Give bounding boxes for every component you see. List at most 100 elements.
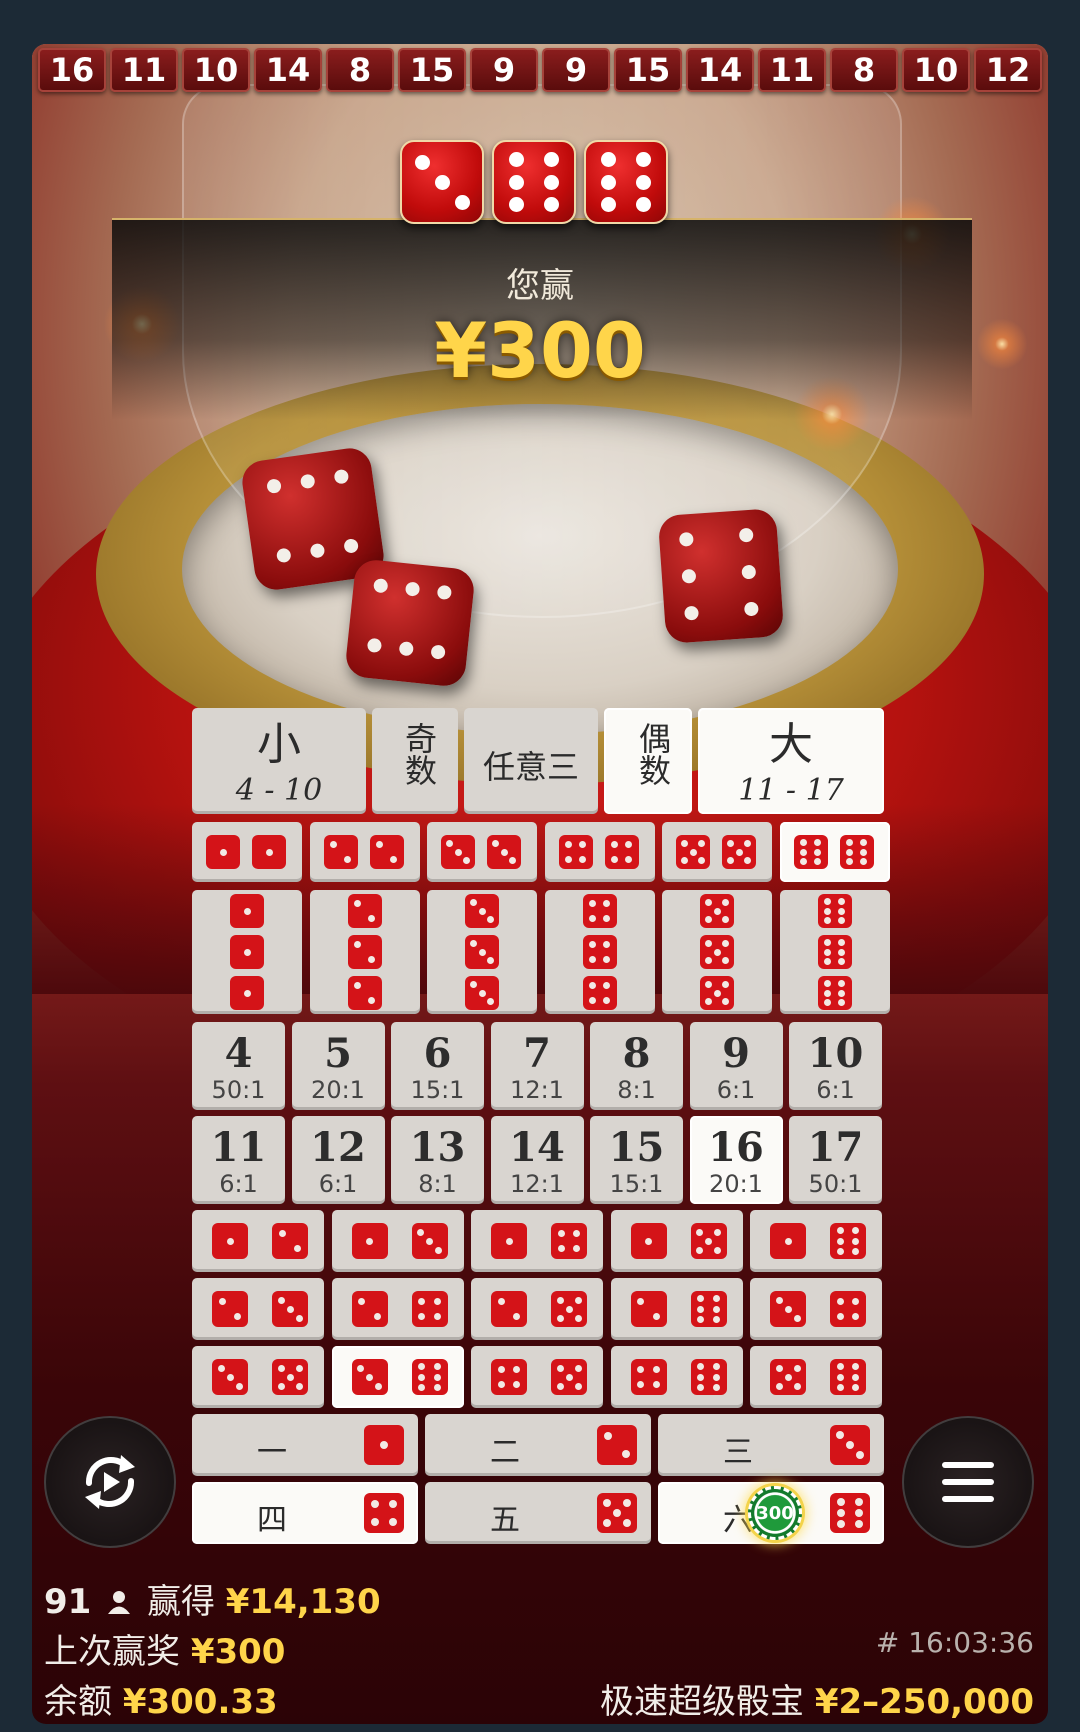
bet-total-6[interactable]: 6 15:1 [391,1022,484,1110]
bet-chip[interactable]: 300 [748,1486,802,1540]
menu-button[interactable] [902,1416,1034,1548]
bet-double-2[interactable] [309,822,420,882]
bet-single-5[interactable]: 五 [425,1482,651,1544]
big-range: 11 - 17 [738,773,844,808]
bet-triple-3[interactable] [427,890,537,1014]
die-face-4 [604,835,639,869]
die-face-2 [597,1425,637,1465]
game-name: 极速超级骰宝 [600,1682,804,1722]
bet-triple-2[interactable] [309,890,420,1014]
die-face-1 [770,1223,806,1259]
die-face-3 [400,140,484,224]
bet-combo-1-2[interactable] [192,1210,324,1272]
bet-combo-1-3[interactable] [331,1210,464,1272]
bet-total-17[interactable]: 17 50:1 [789,1116,882,1204]
bet-combo-2-4[interactable] [331,1278,464,1340]
even-label: 偶数 [634,722,672,786]
bet-total-8[interactable]: 8 8:1 [590,1022,683,1110]
bet-triple-4[interactable] [544,890,655,1014]
bet-total-7[interactable]: 7 12:1 [490,1022,584,1110]
die-face-2 [323,835,358,869]
die-face-6 [830,1493,870,1533]
history-result: 9 [542,48,610,92]
bet-combo-2-3[interactable] [192,1278,324,1340]
total-number: 10 [807,1030,864,1077]
total-number: 11 [210,1124,267,1171]
die-face-6 [411,1359,448,1395]
die-face-1 [252,835,286,869]
history-result: 11 [110,48,178,92]
history-result: 10 [182,48,250,92]
repeat-bet-button[interactable] [44,1416,176,1548]
total-number: 12 [310,1124,366,1171]
last-win-row: 上次赢奖 ¥300 [44,1624,285,1673]
bet-double-6[interactable] [779,822,890,882]
bet-combo-2-5[interactable] [471,1278,603,1340]
die-face-2 [347,894,382,928]
history-result: 8 [830,48,898,92]
bet-even[interactable]: 偶数 [604,708,692,814]
bet-total-12[interactable]: 12 6:1 [291,1116,385,1204]
bet-double-1[interactable] [192,822,302,882]
bet-double-3[interactable] [427,822,537,882]
bet-double-5[interactable] [662,822,772,882]
bet-total-9[interactable]: 9 6:1 [689,1022,783,1110]
history-result: 16 [38,48,106,92]
die-face-6 [830,1359,866,1395]
die-face-2 [491,1291,527,1327]
bet-combo-4-6[interactable] [610,1346,743,1408]
die-face-2 [369,835,404,869]
history-result: 14 [686,48,754,92]
bet-any-triple[interactable]: 任意三 [464,708,598,814]
bet-combo-3-4[interactable] [750,1278,882,1340]
bet-triple-1[interactable] [192,890,302,1014]
total-odds: 12:1 [510,1076,564,1104]
die-face-3 [212,1359,248,1395]
bet-total-11[interactable]: 11 6:1 [192,1116,285,1204]
die-face-1 [212,1223,248,1259]
die-face-2 [347,976,382,1010]
bet-combo-1-4[interactable] [471,1210,603,1272]
bet-triple-5[interactable] [662,890,772,1014]
die-face-6 [839,835,874,869]
bet-single-4[interactable]: 四 [192,1482,418,1544]
bet-total-14[interactable]: 14 12:1 [490,1116,584,1204]
result-dice [400,140,670,226]
bet-single-2[interactable]: 二 [425,1414,651,1476]
bet-double-4[interactable] [544,822,655,882]
bet-combo-4-5[interactable] [471,1346,603,1408]
die-face-6 [690,1359,727,1395]
bet-single-1[interactable]: 一 [192,1414,418,1476]
die-face-3 [272,1291,308,1327]
history-result: 10 [902,48,970,92]
bet-odd[interactable]: 奇数 [372,708,458,814]
die-face-6 [690,1291,727,1327]
user-icon [108,1591,131,1614]
bet-combo-2-6[interactable] [610,1278,743,1340]
total-odds: 50:1 [808,1170,863,1198]
bet-total-4[interactable]: 4 50:1 [192,1022,285,1110]
bet-total-16[interactable]: 16 20:1 [689,1116,783,1204]
bet-total-13[interactable]: 13 8:1 [391,1116,484,1204]
die-face-4 [364,1493,404,1533]
single-label: 一 [257,1435,287,1470]
bet-big[interactable]: 大 11 - 17 [698,708,884,814]
bet-combo-3-5[interactable] [192,1346,324,1408]
die-face-1 [630,1223,667,1259]
game-window: 16 11 10 14 8 15 9 9 15 14 11 8 10 12 您赢 ¥300 小4 - 10… [32,44,1048,1724]
bet-total-5[interactable]: 5 20:1 [291,1022,385,1110]
bet-total-10[interactable]: 10 6:1 [789,1022,882,1110]
total-number: 17 [807,1124,864,1171]
balance-row: 余额 ¥300.33 [44,1674,278,1723]
die-face-3 [770,1291,806,1327]
bet-triple-6[interactable] [779,890,890,1014]
bet-total-15[interactable]: 15 15:1 [590,1116,683,1204]
bet-single-3[interactable]: 三 [658,1414,884,1476]
die-face-4 [582,976,617,1010]
die-face-3 [465,976,499,1010]
bet-combo-1-5[interactable] [610,1210,743,1272]
bet-combo-5-6[interactable] [750,1346,882,1408]
bet-combo-3-6[interactable] [331,1346,464,1408]
bet-combo-1-6[interactable] [750,1210,882,1272]
bet-small[interactable]: 小4 - 10 [192,708,366,814]
